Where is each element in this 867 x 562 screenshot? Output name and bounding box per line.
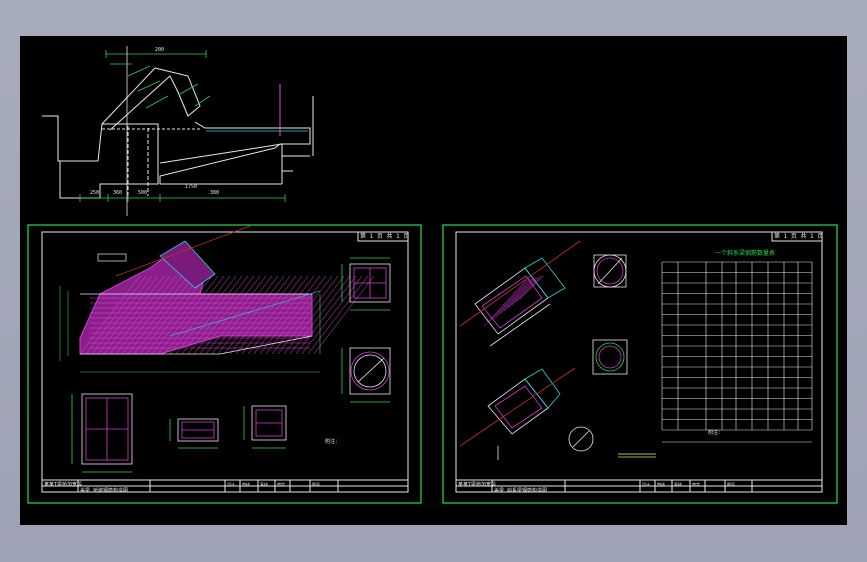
right-notes-title: 附注： bbox=[708, 430, 724, 436]
left-cell-drawno: 图号 bbox=[312, 482, 320, 487]
left-cell-approve: 审定 bbox=[277, 482, 285, 487]
left-section-b bbox=[341, 347, 391, 403]
left-cell-design: 设计 bbox=[227, 482, 235, 487]
right-title-block-2: 盖梁 斜系梁钢筋构造图 bbox=[494, 488, 548, 494]
left-cell-review: 审核 bbox=[242, 482, 250, 487]
right-cell-check: 复核 bbox=[674, 482, 682, 487]
viewer-frame: 1750 250 360 500 380 200 第 1 页 共 1 页 第 1… bbox=[0, 0, 867, 562]
right-sheet bbox=[442, 224, 838, 504]
dim-text-3: 360 bbox=[113, 190, 122, 196]
dim-text-2: 250 bbox=[90, 190, 99, 196]
dim-text-1: 1750 bbox=[185, 184, 197, 190]
dim-text-5: 380 bbox=[210, 190, 219, 196]
cad-canvas[interactable]: 1750 250 360 500 380 200 第 1 页 共 1 页 第 1… bbox=[20, 36, 847, 525]
left-title-block-1: 某某T梁桥加宽段 bbox=[44, 482, 83, 488]
cad-drawing: 1750 250 360 500 380 200 bbox=[27, 46, 838, 504]
top-elevation-drawing bbox=[42, 67, 314, 199]
right-corner-tag: 第 1 页 共 1 页 bbox=[774, 233, 824, 240]
rebar-quantity-table bbox=[661, 261, 813, 443]
beam-hatch-line bbox=[499, 277, 535, 315]
left-corner-tag: 第 1 页 共 1 页 bbox=[360, 233, 410, 240]
left-section-a bbox=[341, 257, 391, 311]
left-title-block-2: 盖梁 桥墩钢筋构造图 bbox=[80, 488, 129, 494]
left-section-e bbox=[243, 405, 287, 449]
right-title-block-1: 某某T梁桥加宽段 bbox=[458, 482, 497, 488]
right-beam-lower bbox=[459, 367, 576, 460]
right-beam-upper bbox=[459, 240, 581, 347]
right-cell-approve: 审定 bbox=[692, 482, 700, 487]
beam-hatch-line bbox=[483, 279, 527, 327]
right-cell-drawno: 图号 bbox=[727, 482, 735, 487]
left-section-c bbox=[71, 393, 133, 473]
left-notes-title: 附注： bbox=[325, 439, 341, 445]
right-cell-review: 审核 bbox=[657, 482, 665, 487]
right-cell-design: 设计 bbox=[642, 482, 650, 487]
left-cell-check: 复核 bbox=[260, 482, 268, 487]
right-circle-sections bbox=[568, 254, 656, 458]
dim-text-4: 500 bbox=[138, 190, 147, 196]
left-section-d bbox=[169, 418, 219, 449]
table-title: 一个斜系梁钢筋数量表 bbox=[715, 250, 776, 257]
left-sheet bbox=[27, 224, 422, 504]
left-rebar-plan bbox=[59, 225, 375, 373]
dim-text-6: 200 bbox=[155, 47, 164, 53]
